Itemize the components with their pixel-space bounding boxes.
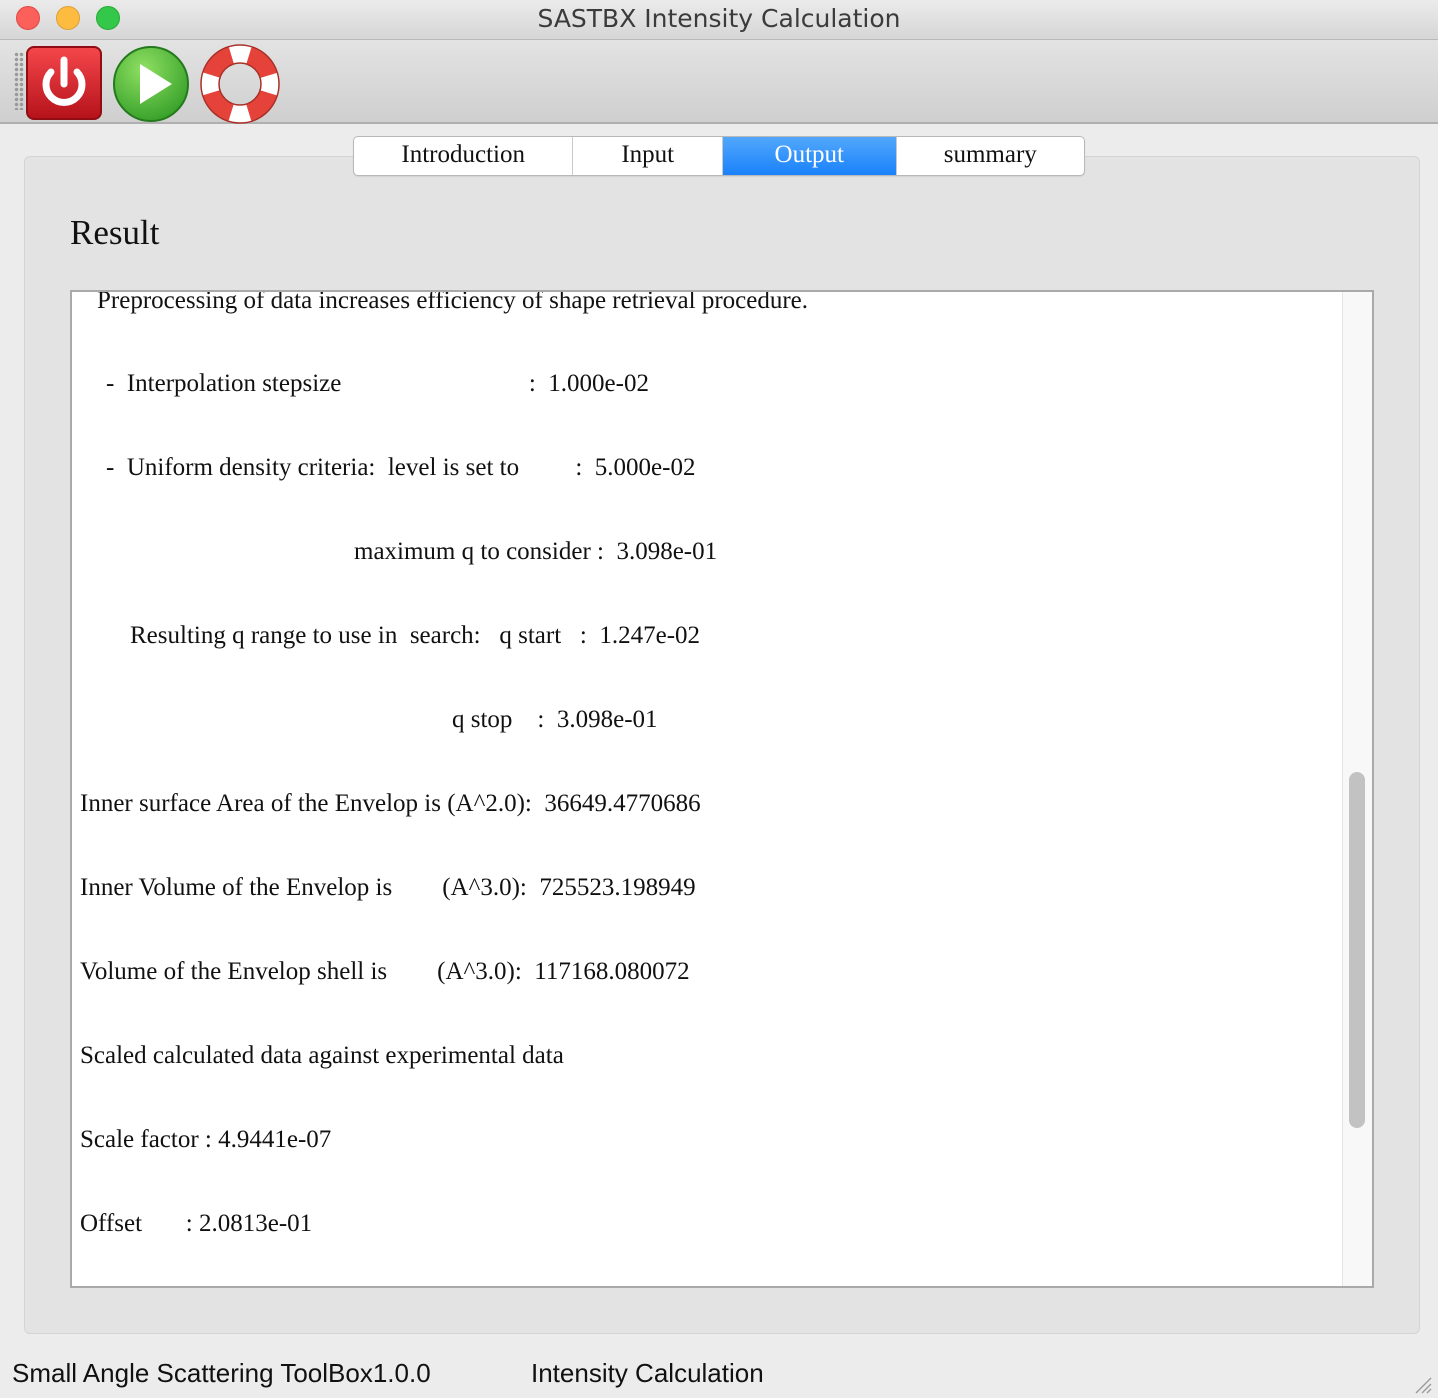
result-line: Volume of the Envelop shell is (A^3.0): … <box>80 958 690 985</box>
result-content: Preprocessing of data increases efficien… <box>72 292 1342 1286</box>
tab-introduction[interactable]: Introduction <box>354 137 574 175</box>
toolbar-grip[interactable] <box>14 52 24 110</box>
play-icon <box>113 46 189 122</box>
power-icon <box>26 46 102 120</box>
result-line: Inner surface Area of the Envelop is (A^… <box>80 790 701 817</box>
result-line: Scaled calculated data against experimen… <box>80 1042 564 1069</box>
tab-bar: Introduction Input Output summary <box>353 136 1085 176</box>
toolbar <box>0 40 1438 124</box>
result-line: - Interpolation stepsize : 1.000e-02 <box>106 370 649 397</box>
result-line: Resulting q range to use in search: q st… <box>130 622 701 649</box>
result-line: Offset : 2.0813e-01 <box>80 1210 313 1237</box>
lifebuoy-icon <box>200 44 280 124</box>
result-line: q stop : 3.098e-01 <box>452 706 658 733</box>
tab-input[interactable]: Input <box>573 137 723 175</box>
status-app-name: Small Angle Scattering ToolBox1.0.0 <box>12 1358 431 1388</box>
title-bar: SASTBX Intensity Calculation <box>0 0 1438 40</box>
scrollbar-thumb[interactable] <box>1349 772 1365 1128</box>
quit-button[interactable] <box>24 44 104 124</box>
vertical-scrollbar[interactable] <box>1342 292 1372 1286</box>
tab-summary[interactable]: summary <box>897 137 1084 175</box>
resize-grip-icon[interactable] <box>1414 1376 1432 1394</box>
result-line: Scale factor : 4.9441e-07 <box>80 1126 332 1153</box>
result-line: Inner Volume of the Envelop is (A^3.0): … <box>80 874 696 901</box>
result-line: - Uniform density criteria: level is set… <box>106 454 696 481</box>
window-title: SASTBX Intensity Calculation <box>537 4 901 33</box>
tab-output[interactable]: Output <box>723 137 897 175</box>
result-text-area[interactable]: Preprocessing of data increases efficien… <box>70 290 1374 1288</box>
run-button[interactable] <box>111 44 191 124</box>
help-button[interactable] <box>200 44 280 124</box>
result-heading: Result <box>70 213 160 252</box>
status-module-name: Intensity Calculation <box>531 1358 764 1388</box>
result-line: Preprocessing of data increases efficien… <box>97 290 809 314</box>
result-line: maximum q to consider : 3.098e-01 <box>354 538 718 565</box>
